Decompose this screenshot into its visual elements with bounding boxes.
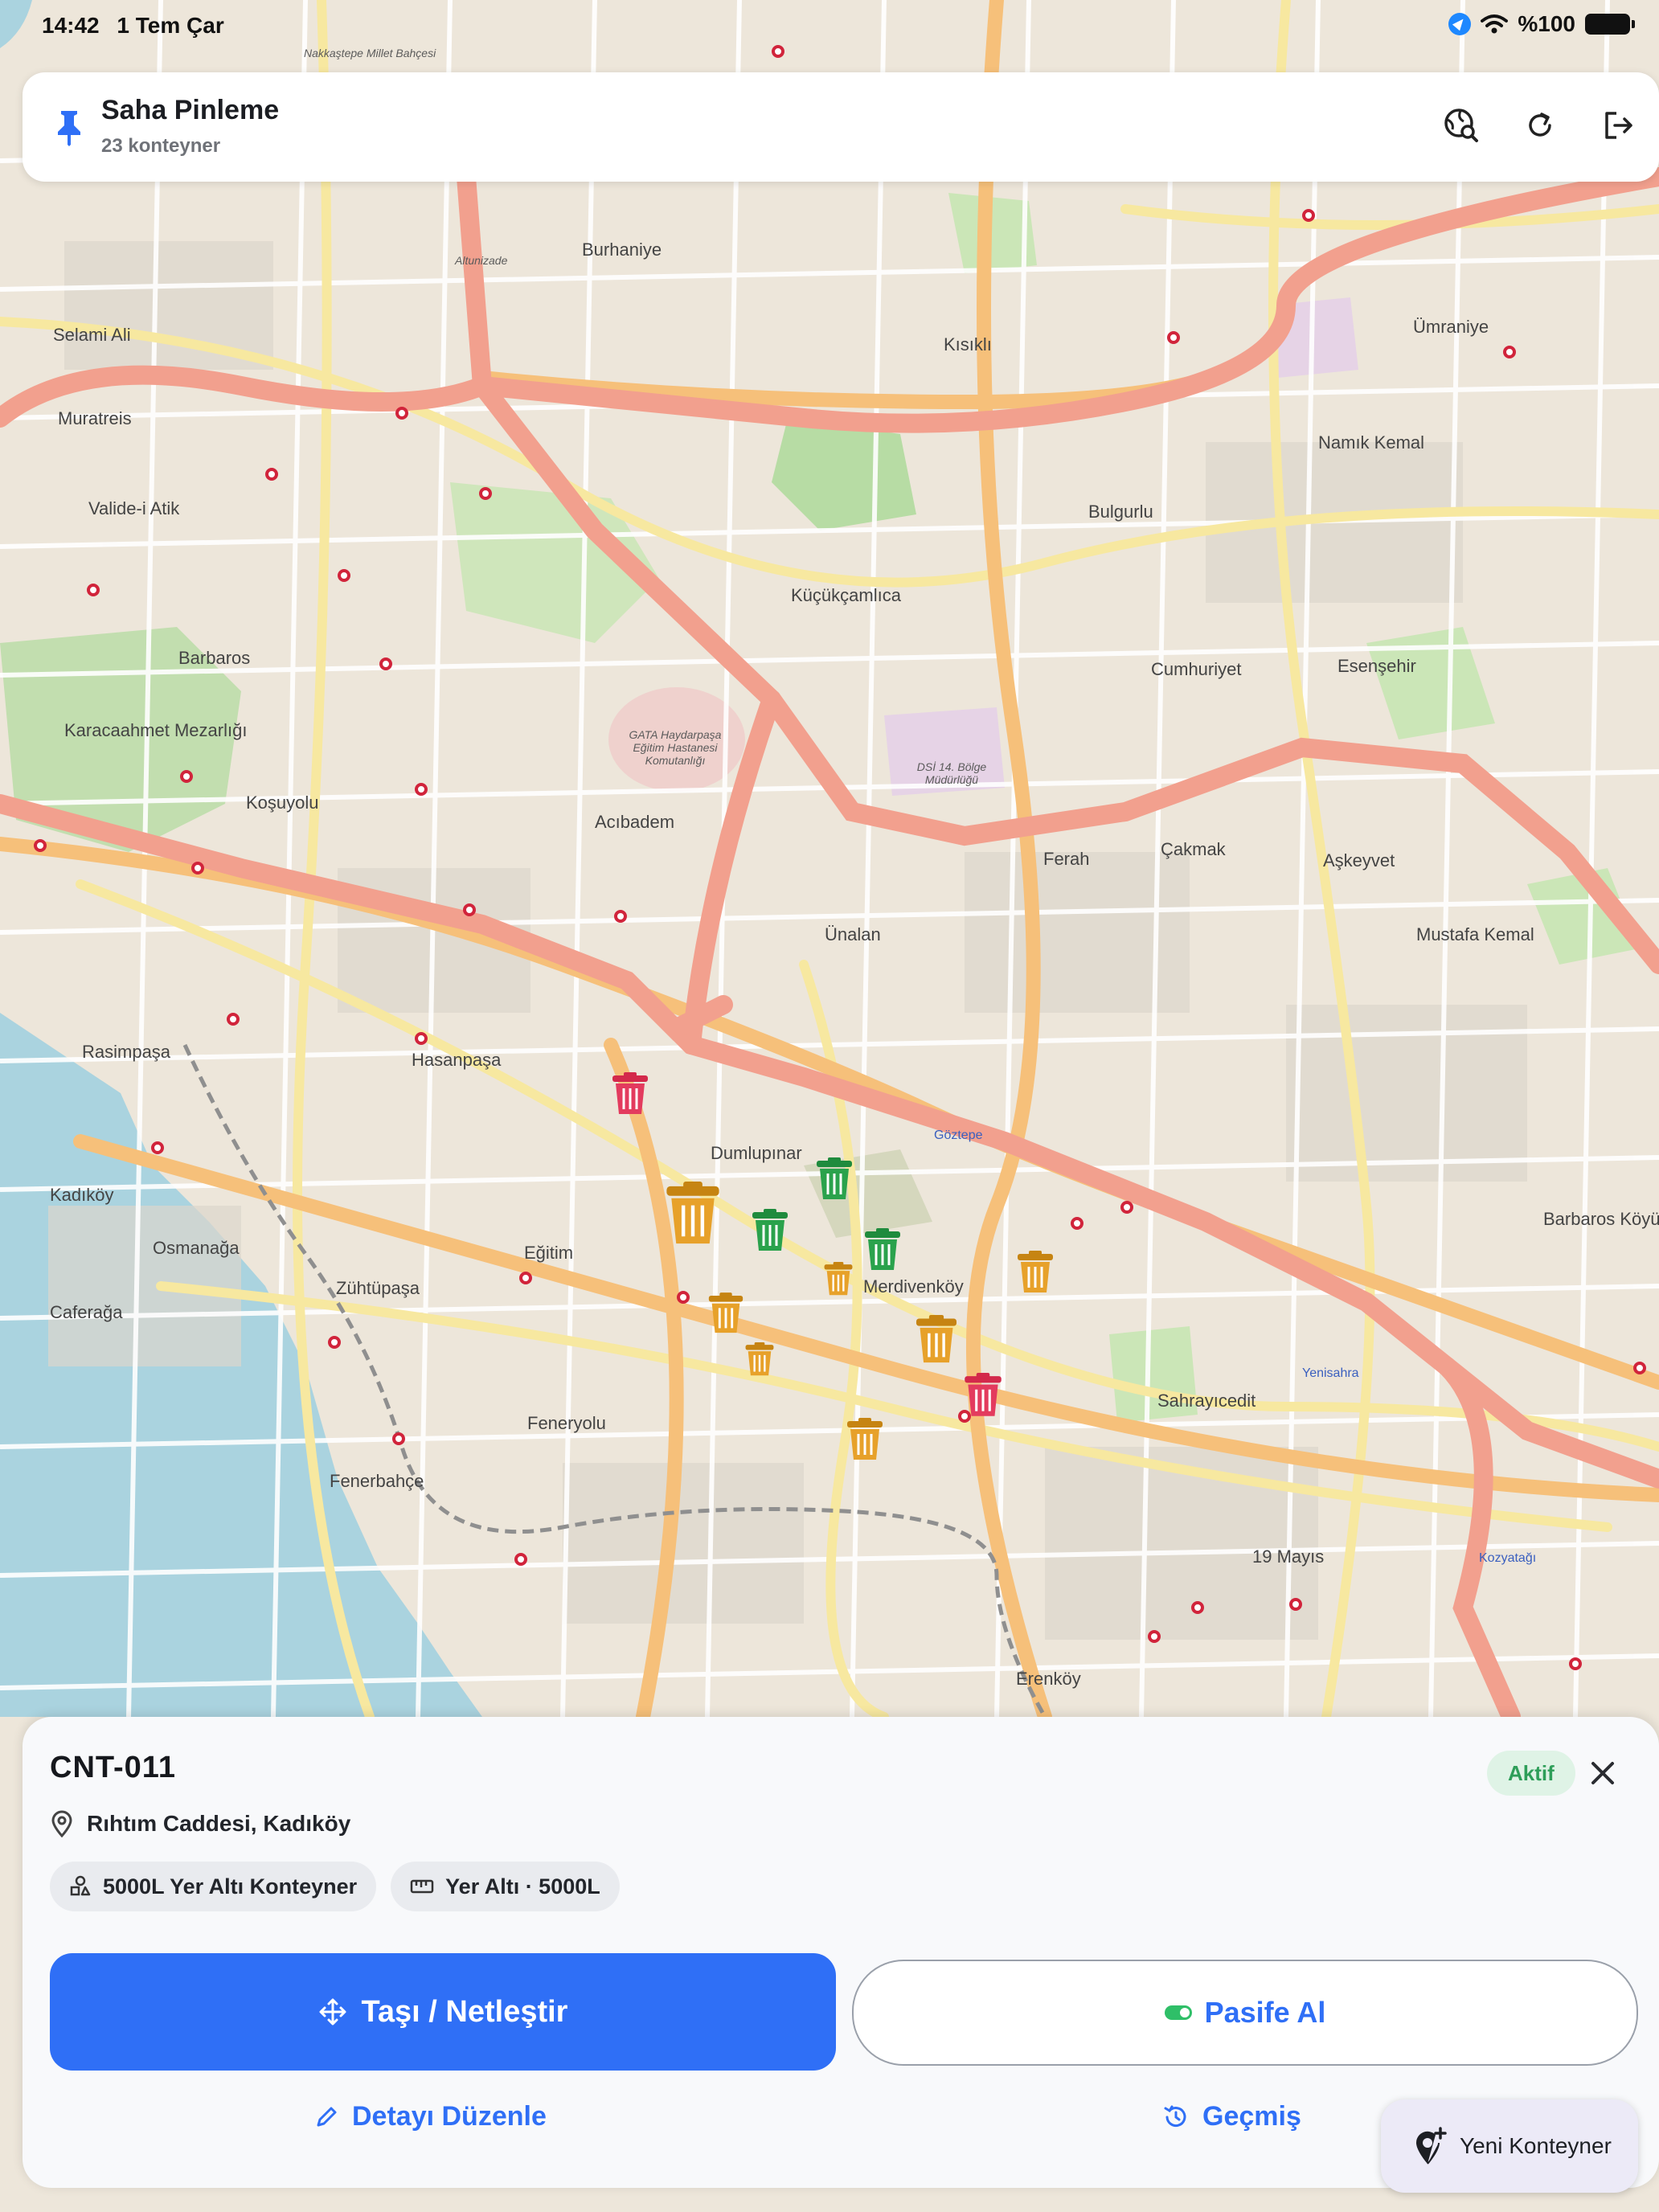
move-arrows-icon (319, 1998, 346, 2026)
map-search-button[interactable] (1440, 104, 1482, 146)
map-label: Ümraniye (1413, 317, 1489, 337)
pencil-icon (317, 2107, 337, 2126)
map-label: Rasimpaşa (82, 1042, 171, 1062)
map-label: Kadıköy (50, 1185, 114, 1205)
map-label: Caferağa (50, 1302, 123, 1322)
header-actions (1440, 104, 1640, 146)
map-label: Muratreis (58, 408, 132, 428)
container-size-chip: Yer Altı · 5000L (391, 1862, 620, 1911)
status-badge: Aktif (1487, 1751, 1575, 1796)
status-indicators: %100 (1448, 11, 1635, 37)
globe-search-icon (1444, 109, 1478, 142)
map-label: 19 Mayıs (1252, 1546, 1325, 1567)
new-container-button[interactable]: Yeni Konteyner (1381, 2099, 1638, 2193)
container-chips: 5000L Yer Altı Konteyner Yer Altı · 5000… (50, 1862, 620, 1911)
battery-percentage: %100 (1518, 11, 1575, 36)
add-location-icon (1415, 2127, 1447, 2165)
map-label: Küçükçamlıca (791, 585, 901, 605)
map-label: Koşuyolu (246, 793, 319, 813)
close-button[interactable] (1585, 1755, 1620, 1791)
container-count: 23 konteyner (101, 135, 221, 157)
container-type-chip: 5000L Yer Altı Konteyner (50, 1862, 377, 1911)
map-label: Osmanağa (153, 1238, 240, 1258)
map-label: Esenşehir (1337, 656, 1416, 676)
battery-icon (1585, 14, 1635, 35)
address-row: Rıhtım Caddesi, Kadıköy (50, 1810, 350, 1837)
new-container-label: Yeni Konteyner (1460, 2133, 1612, 2158)
map-label: DSİ 14. Bölge Müdürlüğü (916, 760, 987, 786)
header-card: Saha Pinleme 23 konteyner (23, 72, 1659, 182)
history-label: Geçmiş (1202, 2101, 1301, 2132)
map-label: Karacaahmet Mezarlığı (64, 720, 248, 740)
map-label: Dumlupınar (711, 1143, 802, 1163)
edit-details-button[interactable]: Detayı Düzenle (313, 2101, 547, 2132)
page-title: Saha Pinleme (101, 95, 280, 125)
status-bar: 14:42 1 Tem Çar %100 (0, 0, 1659, 51)
map-label: Hasanpaşa (412, 1050, 502, 1070)
status-time: 14:42 (42, 13, 100, 38)
wifi-icon (1481, 14, 1509, 34)
map-label: Valide-i Atik (88, 498, 180, 518)
map-label: Burhaniye (582, 240, 662, 260)
status-time-date: 14:42 1 Tem Çar (42, 13, 236, 39)
map-label: Cumhuriyet (1151, 659, 1242, 679)
status-date: 1 Tem Çar (117, 13, 224, 38)
container-size-label: Yer Altı · 5000L (445, 1874, 600, 1899)
map-label: Acıbadem (595, 812, 675, 832)
logout-button[interactable] (1598, 104, 1640, 146)
shapes-icon (70, 1875, 91, 1896)
container-type-label: 5000L Yer Altı Konteyner (103, 1874, 358, 1899)
history-button[interactable]: Geçmiş (1162, 2101, 1301, 2132)
container-id: CNT-011 (50, 1751, 176, 1784)
deactivate-label: Pasife Al (1204, 1996, 1326, 2029)
history-icon (1164, 2105, 1186, 2127)
map-label: Göztepe (934, 1129, 983, 1142)
location-pin-icon (51, 1810, 72, 1837)
map-label: Barbaros Köyü (1543, 1209, 1659, 1229)
map-label: Namık Kemal (1318, 432, 1425, 453)
map-label: Fenerbahçe (330, 1471, 424, 1491)
refresh-icon (1529, 113, 1551, 137)
map-label: Aşkeyvet (1323, 850, 1395, 870)
move-refine-label: Taşı / Netleştir (361, 1994, 568, 2029)
map-label: Yenisahra (1302, 1366, 1359, 1380)
pushpin-icon (58, 111, 80, 146)
map-label: Barbaros (178, 648, 251, 668)
map-label: Feneryolu (527, 1413, 606, 1433)
map-label: Çakmak (1161, 839, 1226, 859)
map-label: GATA Haydarpaşa Eğitim Hastanesi Komutan… (629, 728, 722, 767)
map-label: Selami Ali (53, 325, 131, 345)
address-text: Rıhtım Caddesi, Kadıköy (87, 1811, 351, 1836)
edit-details-label: Detayı Düzenle (352, 2101, 547, 2132)
map-label: Zühtüpaşa (336, 1278, 420, 1298)
logout-icon (1605, 112, 1632, 139)
map-label: Sahrayıcedit (1157, 1391, 1256, 1411)
map-label: Erenköy (1016, 1669, 1081, 1689)
deactivate-button[interactable]: Pasife Al (852, 1960, 1638, 2066)
ruler-icon (410, 1879, 434, 1894)
move-refine-button[interactable]: Taşı / Netleştir (50, 1953, 836, 2071)
map-label: Ünalan (825, 924, 881, 944)
refresh-button[interactable] (1519, 104, 1561, 146)
map-label: Kozyatağı (1479, 1551, 1537, 1565)
map-label: Kısıklı (944, 334, 992, 354)
map-label: Bulgurlu (1088, 502, 1153, 522)
map-label: Merdivenköy (863, 1276, 964, 1296)
location-arrow-icon (1448, 13, 1472, 35)
toggle-icon (1164, 2005, 1192, 2020)
map-label: Altunizade (455, 254, 508, 267)
map-label: Mustafa Kemal (1416, 924, 1534, 944)
map-label: Eğitim (524, 1243, 574, 1263)
map-label: Ferah (1043, 849, 1090, 869)
